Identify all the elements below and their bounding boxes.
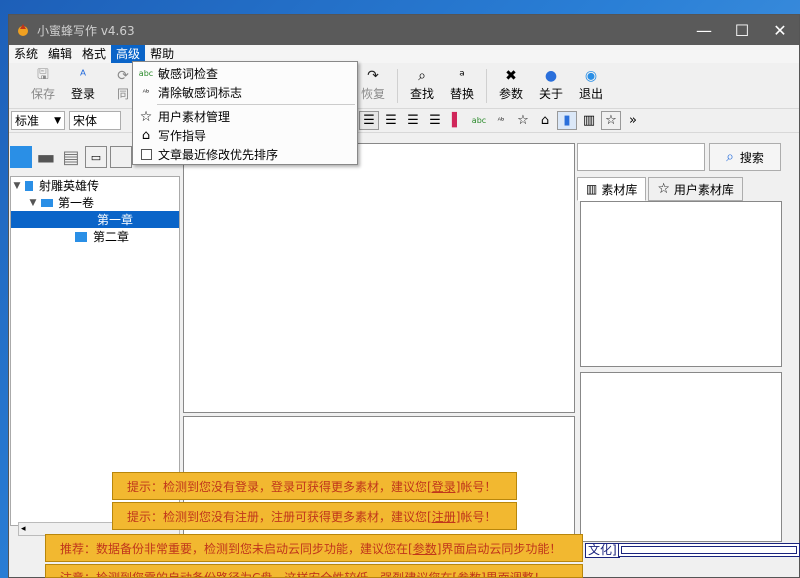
checkbox-icon	[137, 149, 155, 160]
redo-icon: ↷	[367, 68, 379, 84]
right-panel: ⌕ 搜索 ▥ 素材库 ☆ 用户素材库	[577, 143, 782, 543]
align-left-icon[interactable]: ☰	[359, 111, 379, 130]
find-icon: ⌕	[418, 68, 426, 84]
book-icon: ⌂	[141, 128, 151, 143]
chevron-down-icon: ▼	[13, 180, 21, 191]
minimize-button[interactable]: —	[685, 15, 723, 45]
menu-item-sensitive-check[interactable]: abc 敏感词检查	[133, 64, 357, 83]
menu-item-sort-recent[interactable]: 文章最近修改优先排序	[133, 145, 357, 164]
bee-app-icon	[15, 22, 31, 38]
exit-icon: ◉	[584, 68, 598, 84]
sync-icon: ⟳	[117, 68, 129, 84]
advanced-menu-dropdown: abc 敏感词检查 ᴬᵇ 清除敏感词标志 ☆ 用户素材管理 ⌂ 写作指导 文章最…	[132, 61, 358, 165]
title-bar[interactable]: 小蜜蜂写作 v4.63 — ☐ ✕	[9, 15, 799, 45]
close-button[interactable]: ✕	[761, 15, 799, 45]
menu-item-writing-guide[interactable]: ⌂ 写作指导	[133, 126, 357, 145]
star-icon[interactable]: ☆	[513, 111, 533, 130]
search-button[interactable]: ⌕ 搜索	[709, 143, 781, 171]
chapter-icon	[75, 231, 87, 242]
tab-material-library[interactable]: ▥ 素材库	[577, 177, 647, 201]
menu-format[interactable]: 格式	[77, 45, 111, 63]
menu-item-user-material[interactable]: ☆ 用户素材管理	[133, 107, 357, 126]
replace-button[interactable]: ᵃ 替换	[442, 67, 482, 102]
folder-icon[interactable]: ▬	[35, 145, 57, 169]
status-link[interactable]: 文化]	[585, 543, 620, 558]
outline-icon[interactable]: ▭	[85, 146, 107, 168]
editor-area[interactable]	[183, 143, 575, 413]
chevron-down-icon: ▼	[54, 115, 61, 126]
status-progress-bar	[618, 543, 800, 557]
align-right-icon[interactable]: ☰	[403, 111, 423, 130]
toolbar-separator	[397, 69, 398, 103]
about-button[interactable]: ● 关于	[531, 67, 571, 102]
info-icon: ●	[544, 68, 558, 84]
register-link[interactable]: [注册]	[427, 508, 460, 525]
login-button[interactable]: ᴬ 登录	[63, 67, 103, 102]
justify-icon[interactable]: ☰	[425, 111, 445, 130]
find-button[interactable]: ⌕ 查找	[402, 67, 442, 102]
exit-button[interactable]: ◉ 退出	[571, 67, 611, 102]
book-icon	[25, 180, 33, 191]
abc-clear-icon[interactable]: ᴬᵇ	[491, 111, 511, 130]
partial-icon[interactable]	[110, 146, 132, 168]
material-list[interactable]	[580, 201, 782, 367]
register-notice[interactable]: 提示：检测到您没有注册，注册可获得更多素材，建议您 [注册] 帐号！	[112, 502, 517, 530]
abc-clear-icon: ᴬᵇ	[142, 88, 150, 97]
menu-bar: 系统 编辑 格式 高级 帮助	[9, 45, 799, 63]
user-icon: ᴬ	[79, 68, 87, 84]
tree-item-chapter[interactable]: 第二章	[11, 228, 179, 245]
document-icon[interactable]: ▤	[60, 146, 82, 168]
more-icon[interactable]: »	[623, 111, 643, 130]
search-input[interactable]	[577, 143, 705, 171]
save-icon: 🖫	[37, 67, 49, 83]
library-icon: ▥	[586, 182, 598, 196]
login-notice[interactable]: 提示：检测到您没有登录，登录可获得更多素材，建议您 [登录] 帐号！	[112, 472, 517, 500]
star-icon: ☆	[139, 108, 153, 125]
login-link[interactable]: [登录]	[427, 478, 460, 495]
backup-notice[interactable]: 推荐：数据备份非常重要，检测到您未启动云同步功能，建议您在 [参数] 界面启动云…	[45, 534, 583, 562]
menu-edit[interactable]: 编辑	[43, 45, 77, 63]
tree-item-book[interactable]: ▼ 射雕英雄传	[11, 177, 179, 194]
main-toolbar: 🖫 保存 ᴬ 登录 ⟳ 同 ↶ 撤销 ↷ 恢复 ⌕ 查找 ᵃ 替换	[9, 63, 799, 109]
tab-user-material-library[interactable]: ☆ 用户素材库	[648, 177, 743, 201]
search-icon: ⌕	[726, 149, 734, 165]
tools-icon: ✖	[505, 68, 517, 84]
library-icon[interactable]: ▥	[579, 111, 599, 130]
book-icon[interactable]: ⌂	[535, 111, 555, 130]
progress-fill	[621, 546, 797, 554]
save-button[interactable]: 🖫 保存	[23, 67, 63, 102]
align-center-icon[interactable]: ☰	[381, 111, 401, 130]
star-icon: ☆	[657, 181, 670, 197]
window-title: 小蜜蜂写作 v4.63	[37, 23, 135, 38]
abc-check-icon: abc	[138, 69, 154, 78]
material-preview[interactable]	[580, 372, 782, 542]
star-outline-icon[interactable]: ☆	[601, 111, 621, 130]
abc-check-icon[interactable]: abc	[469, 111, 489, 130]
tree-item-chapter[interactable]: 第一章	[11, 211, 179, 228]
format-toolbar: 标准 ▼ 宋体 A ∠ ☰ ☰ ☰ ☰ ▌ abc ᴬᵇ ☆ ⌂ ▮ ▥ ☆ »	[9, 109, 799, 133]
chevron-down-icon: ▼	[29, 197, 37, 208]
font-select[interactable]: 宋体	[69, 111, 121, 130]
params-button[interactable]: ✖ 参数	[491, 67, 531, 102]
tree-item-volume[interactable]: ▼ 第一卷	[11, 194, 179, 211]
params-link[interactable]: [参数]	[452, 569, 485, 577]
backup-path-notice[interactable]: 注意：检测到您需的自动备份路径为C盘，这样安全性较低，强烈建议您在 [参数] 界…	[45, 564, 583, 578]
menu-system[interactable]: 系统	[9, 45, 43, 63]
replace-icon: ᵃ	[459, 68, 465, 84]
style-select[interactable]: 标准 ▼	[11, 111, 65, 130]
params-link[interactable]: [参数]	[408, 540, 441, 557]
folder-icon	[41, 198, 53, 207]
blue-book-icon[interactable]	[10, 146, 32, 168]
toolbar-separator	[486, 69, 487, 103]
blue-book-icon[interactable]: ▮	[557, 111, 577, 130]
material-tabs: ▥ 素材库 ☆ 用户素材库	[577, 177, 745, 201]
redo-button[interactable]: ↷ 恢复	[353, 67, 393, 102]
maximize-button[interactable]: ☐	[723, 15, 761, 45]
color-mark-icon[interactable]: ▌	[447, 111, 467, 130]
menu-item-clear-sensitive[interactable]: ᴬᵇ 清除敏感词标志	[133, 83, 357, 102]
menu-separator	[157, 104, 355, 105]
